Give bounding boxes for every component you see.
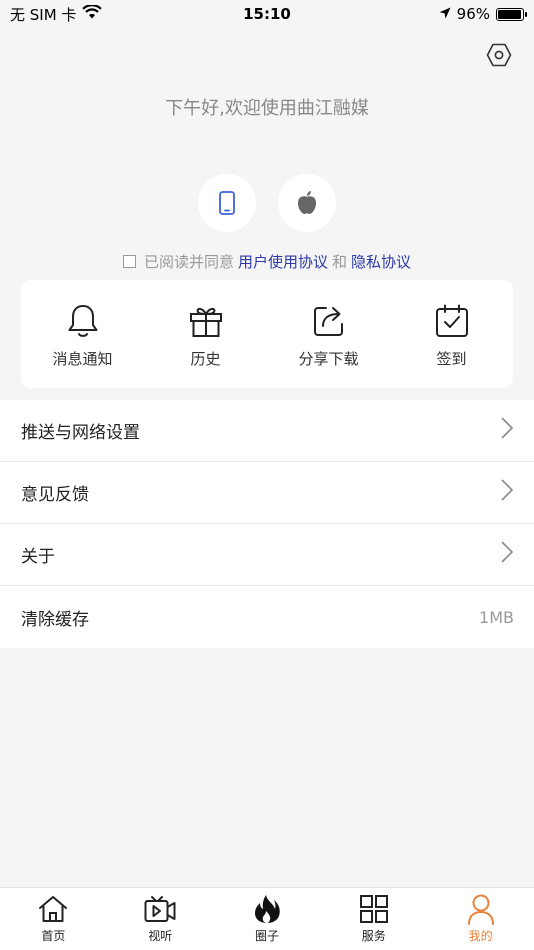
menu-item-label: 关于 [21,547,55,567]
menu-item-label: 推送与网络设置 [21,423,140,443]
tab-profile[interactable]: 我的 [427,888,534,950]
tab-label: 我的 [468,929,493,943]
battery-percent: 96% [456,5,490,23]
wifi-icon [82,4,103,23]
bottom-tab-bar: 首页 视听 圈子 服务 我的 [0,887,534,950]
cache-size-value: 1MB [479,607,514,627]
apple-login-button[interactable] [278,174,336,232]
location-arrow-icon [439,5,451,23]
flame-icon [251,893,283,925]
video-icon [144,893,176,925]
phone-icon [219,191,235,215]
agreement-row: 已阅读并同意 用户使用协议和隐私协议 [0,251,534,272]
tab-circle[interactable]: 圈子 [214,888,321,950]
battery-fill [498,9,522,19]
apple-icon [298,191,316,214]
tab-label: 首页 [41,929,66,943]
quick-actions-card: 消息通知 历史 分享下载 签到 [21,280,513,388]
battery-icon [496,7,527,21]
settings-hexagon-icon [486,43,512,67]
user-agreement-link[interactable]: 用户使用协议 [238,251,328,272]
login-options [0,174,534,232]
chevron-right-icon [500,416,514,445]
quick-action-share[interactable]: 分享下载 [267,280,390,388]
agreement-checkbox[interactable] [122,255,136,268]
quick-action-label: 消息通知 [52,350,113,368]
carrier-label: 无 SIM 卡 [10,5,77,24]
tab-label: 服务 [361,929,386,943]
chevron-right-icon [500,478,514,507]
user-icon [465,893,497,925]
menu-item-label: 清除缓存 [21,609,89,630]
tab-home[interactable]: 首页 [0,888,107,950]
bell-icon [64,302,102,340]
tab-video[interactable]: 视听 [107,888,214,950]
status-left: 无 SIM 卡 [10,4,103,25]
quick-action-history[interactable]: 历史 [144,280,267,388]
quick-action-label: 历史 [190,350,221,368]
tab-label: 视听 [148,929,173,943]
tab-label: 圈子 [254,929,279,943]
greeting-text: 下午好,欢迎使用曲江融媒 [165,98,369,119]
privacy-link[interactable]: 隐私协议 [351,251,411,272]
chevron-right-icon [500,540,514,569]
gift-icon [187,302,225,340]
settings-button[interactable] [486,42,512,68]
menu-item-push-network[interactable]: 推送与网络设置 [0,400,534,462]
menu-item-clear-cache[interactable]: 清除缓存 1MB [0,586,534,648]
quick-action-checkin[interactable]: 签到 [390,280,513,388]
quick-action-notifications[interactable]: 消息通知 [21,280,144,388]
tab-services[interactable]: 服务 [320,888,427,950]
agreement-and: 和 [332,253,348,271]
menu-item-label: 意见反馈 [21,485,89,505]
share-icon [310,302,348,340]
calendar-check-icon [433,302,471,340]
quick-action-label: 分享下载 [298,350,359,368]
quick-action-label: 签到 [436,350,467,368]
status-right: 96% [439,5,527,23]
menu-item-about[interactable]: 关于 [0,524,534,586]
grid-icon [358,893,390,925]
settings-menu: 推送与网络设置 意见反馈 关于 清除缓存 1MB [0,400,534,648]
home-icon [37,893,69,925]
agreement-prefix: 已阅读并同意 [143,253,234,271]
status-bar: 无 SIM 卡 15:10 96% [0,0,534,28]
phone-login-button[interactable] [198,174,256,232]
menu-item-feedback[interactable]: 意见反馈 [0,462,534,524]
